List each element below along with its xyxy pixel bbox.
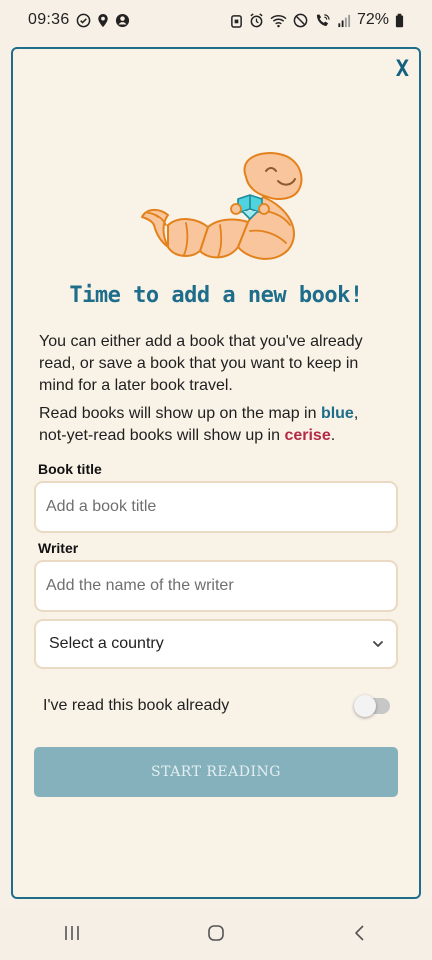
back-icon: [355, 925, 364, 941]
start-reading-button[interactable]: START READING: [34, 747, 398, 797]
status-time: 09:36: [28, 11, 70, 28]
battery-percent: 72%: [356, 11, 389, 28]
book-title-input[interactable]: [34, 481, 398, 533]
toggle-knob: [354, 695, 376, 717]
status-right: 72%: [230, 11, 404, 29]
home-button[interactable]: [186, 913, 246, 953]
home-icon: [208, 925, 224, 941]
read-toggle-row: I've read this book already: [43, 691, 390, 721]
back-button[interactable]: [330, 913, 390, 953]
account-icon: [115, 13, 129, 27]
recent-apps-button[interactable]: [42, 913, 102, 953]
navigation-bar: [0, 906, 432, 960]
writer-label: Writer: [38, 540, 79, 556]
read-toggle-label: I've read this book already: [43, 697, 230, 714]
legend-cerise: cerise: [284, 427, 331, 444]
status-left: 09:36: [28, 11, 130, 29]
location-icon: [97, 13, 108, 27]
alarm-clock-icon: [250, 12, 263, 27]
alarm-icon: [231, 14, 242, 28]
dialog-heading: Time to add a new book!: [69, 283, 363, 308]
do-not-disturb-icon: [293, 13, 308, 27]
writer-input[interactable]: [34, 560, 398, 612]
battery-icon: [395, 13, 404, 27]
wifi-call-icon: [316, 13, 330, 26]
chevron-down-icon: [373, 641, 383, 647]
check-circle-icon: [76, 13, 90, 27]
book-title-label: Book title: [38, 461, 102, 477]
status-bar: 09:36 72%: [0, 0, 432, 40]
bookworm-mascot-icon: [141, 152, 303, 260]
map-legend-text: Read books will show up on the map in bl…: [39, 403, 384, 447]
country-select[interactable]: Select a country: [34, 619, 398, 669]
legend-suffix: .: [330, 427, 336, 444]
recent-apps-icon: [65, 926, 79, 940]
add-book-dialog: X Time to add a new book! You can either…: [11, 47, 421, 899]
country-select-value: Select a country: [49, 635, 164, 652]
wifi-icon: [270, 14, 287, 27]
close-button[interactable]: X: [396, 57, 409, 82]
legend-prefix: Read books will show up on the map in: [39, 405, 321, 422]
screen: 09:36 72% X Time to add a new book! You …: [0, 0, 432, 960]
legend-blue: blue: [320, 405, 354, 422]
signal-icon: [338, 14, 351, 27]
read-toggle[interactable]: [354, 695, 390, 717]
intro-text: You can either add a book that you've al…: [39, 333, 363, 394]
